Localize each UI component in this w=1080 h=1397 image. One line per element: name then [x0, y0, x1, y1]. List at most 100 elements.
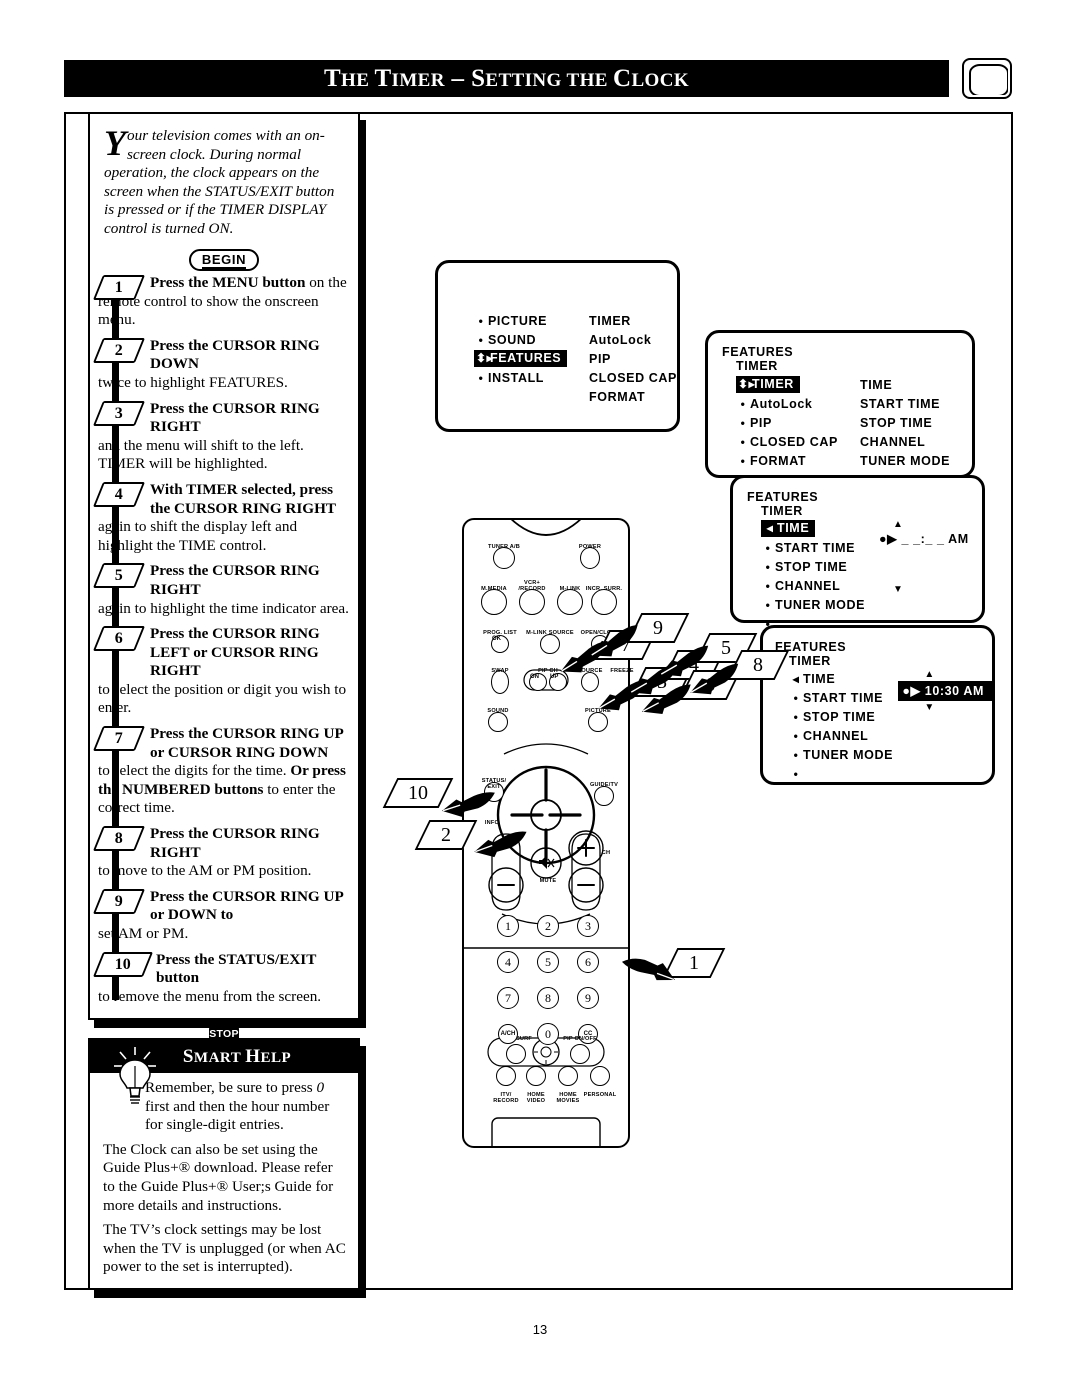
smart-help-panel: SMART HELP Remember, be sure to press 0 … — [88, 1038, 360, 1290]
remote-button-personal[interactable] — [590, 1066, 610, 1086]
bullet-icon: • — [765, 540, 771, 555]
osd3-left-item[interactable]: • STOP TIME — [761, 557, 879, 576]
step-number: 8 — [115, 829, 123, 847]
remote-button-vcr-record[interactable] — [519, 589, 545, 615]
osd3-left-item[interactable]: ◂ TIME — [761, 519, 879, 538]
remote-label-m-link: M-LINK — [559, 586, 581, 592]
remote-button-home-movies[interactable] — [558, 1066, 578, 1086]
osd2-left-item[interactable]: • CLOSED CAP — [736, 432, 860, 451]
osd3-left-item[interactable]: • START TIME — [761, 538, 879, 557]
osd2-left-item[interactable]: • FORMAT — [736, 451, 860, 470]
osd3-left-item[interactable]: • TUNER MODE — [761, 595, 879, 614]
remote-button-mmedia[interactable] — [481, 589, 507, 615]
remote-key-8[interactable]: 8 — [537, 987, 559, 1009]
step-1: 1 Press the MENU button on the remote con… — [90, 274, 349, 330]
osd3-time-value[interactable]: ●▶ _ _:_ _ AM — [879, 531, 969, 550]
remote-key-0[interactable]: 0 — [537, 1023, 559, 1045]
remote-label-swap: SWAP — [491, 668, 509, 674]
callout-number: 8 — [753, 654, 763, 676]
osd4-down-arrow[interactable]: ▼ — [898, 702, 992, 713]
remote-key-1[interactable]: 1 — [497, 915, 519, 937]
step-number: 9 — [115, 892, 123, 910]
remote-label-ch: CH — [601, 850, 611, 856]
osd1-left-column: • PICTURE • SOUND ⬍▸FEATURES • INSTALL — [474, 311, 589, 406]
osd3-value-column: ▲ ●▶ _ _:_ _ AM ▼ — [879, 519, 969, 633]
smart-help-header: SMART HELP — [90, 1040, 358, 1104]
remote-key-4[interactable]: 4 — [497, 951, 519, 973]
remote-button-guide-tv[interactable] — [594, 786, 614, 806]
remote-key-6[interactable]: 6 — [577, 951, 599, 973]
remote-label-vcr-record: VCR+/RECORD — [518, 580, 546, 593]
osd2-left-item[interactable]: • PIP — [736, 413, 860, 432]
bullet-icon: • — [740, 434, 746, 449]
osd3-breadcrumb-1: FEATURES — [747, 490, 819, 504]
osd3-left-item-label: START TIME — [775, 540, 856, 555]
remote-button-home-video[interactable] — [526, 1066, 546, 1086]
remote-button-mlink-source[interactable] — [540, 634, 560, 654]
page-header-bar: THE TIMER – SETTING THE CLOCK — [64, 60, 949, 97]
bullet-icon: • — [765, 597, 771, 612]
remote-key-7[interactable]: 7 — [497, 987, 519, 1009]
remote-button-mlink[interactable] — [557, 589, 583, 615]
osd3-left-item-label: TIME — [777, 521, 810, 535]
remote-button-itv-record[interactable] — [496, 1066, 516, 1086]
osd4-up-arrow[interactable]: ▲ — [898, 669, 992, 681]
osd4-left-item[interactable]: ◂ TIME — [789, 669, 898, 688]
bullet-icon: • — [793, 690, 799, 705]
callout-number: 1 — [689, 952, 699, 974]
osd1-left-item[interactable]: ⬍▸FEATURES — [474, 349, 589, 368]
osd2-breadcrumb-2: TIMER — [736, 359, 778, 373]
remote-label-prog-list: PROG. LIST — [483, 630, 517, 636]
osd1-left-item[interactable]: • INSTALL — [474, 368, 589, 387]
osd2-breadcrumb-1: FEATURES — [722, 345, 794, 359]
osd3-left-item[interactable]: • CHANNEL — [761, 576, 879, 595]
bullet-icon: • — [478, 313, 484, 328]
remote-key-5[interactable]: 5 — [537, 951, 559, 973]
osd2-right-item: CHANNEL — [860, 434, 926, 449]
remote-key-2[interactable]: 2 — [537, 915, 559, 937]
remote-button-source[interactable] — [581, 672, 599, 692]
remote-key-9[interactable]: 9 — [577, 987, 599, 1009]
step-number: 4 — [115, 485, 123, 503]
osd3-breadcrumb-2: TIMER — [761, 504, 803, 518]
osd2-left-item[interactable]: • AutoLock — [736, 394, 860, 413]
osd1-left-item[interactable]: • PICTURE — [474, 311, 589, 330]
remote-button-sound[interactable] — [488, 712, 508, 732]
osd3-down-arrow[interactable]: ▼ — [879, 584, 969, 595]
step-number: 2 — [115, 341, 123, 359]
osd4-breadcrumb-1: FEATURES — [775, 640, 847, 654]
osd4-time-value[interactable]: ●▶ 10:30 AM — [898, 681, 992, 701]
osd3-time-text: _ _:_ _ AM — [901, 532, 969, 546]
osd2-right-item: TIME — [860, 377, 893, 392]
bullet-icon: • — [793, 766, 799, 781]
osd1-left-item[interactable]: • SOUND — [474, 330, 589, 349]
osd2-left-item-label: AutoLock — [750, 396, 813, 411]
step-3: 3 Press the CURSOR RING RIGHT and the men… — [90, 400, 349, 474]
osd4-left-item[interactable]: • CHANNEL — [789, 726, 898, 745]
osd3-left-item-label: STOP TIME — [775, 559, 848, 574]
remote-button-prog-list-ok[interactable]: OK — [491, 635, 509, 653]
remote-button-pip-on-off[interactable] — [570, 1044, 590, 1064]
osd3-up-arrow[interactable]: ▲ — [879, 519, 969, 531]
remote-key-3[interactable]: 3 — [577, 915, 599, 937]
remote-button-surf[interactable] — [506, 1044, 526, 1064]
tv-screen-icon — [962, 58, 1012, 99]
illustration-area: • PICTURE • SOUND ⬍▸FEATURES • INSTALL TIMER Au… — [380, 130, 1020, 1170]
remote-button-pip-on[interactable]: ON — [529, 673, 547, 691]
remote-control: OK ON UP 1 2 3 4 5 6 7 8 9 A/CH 0 CC TUNER A/B POWER M.M… — [462, 518, 633, 1148]
osd4-left-item[interactable]: • START TIME — [789, 688, 898, 707]
osd4-left-item[interactable]: • TUNER MODE — [789, 745, 898, 764]
remote-label-personal: PERSONAL — [583, 1092, 617, 1098]
remote-label-m-media: M.MEDIA — [481, 586, 507, 592]
osd4-time-text: 10:30 AM — [924, 684, 984, 698]
cursor-ring-icon: ⬍▸ — [476, 351, 494, 365]
osd1-right-item: AutoLock — [589, 332, 652, 347]
osd4-left-item[interactable]: • — [789, 764, 898, 783]
remote-label-mute: MUTE — [539, 878, 557, 884]
osd4-left-item-label: START TIME — [803, 690, 884, 705]
osd4-left-item[interactable]: • STOP TIME — [789, 707, 898, 726]
osd2-left-column: ⬍▸TIMER • AutoLock • PIP • CLOSED CAP • FORMAT — [736, 375, 860, 470]
remote-button-incr-surr[interactable] — [591, 589, 617, 615]
osd2-left-item[interactable]: ⬍▸TIMER — [736, 375, 860, 394]
remote-label-pip-ch: PIP CH — [538, 668, 558, 674]
